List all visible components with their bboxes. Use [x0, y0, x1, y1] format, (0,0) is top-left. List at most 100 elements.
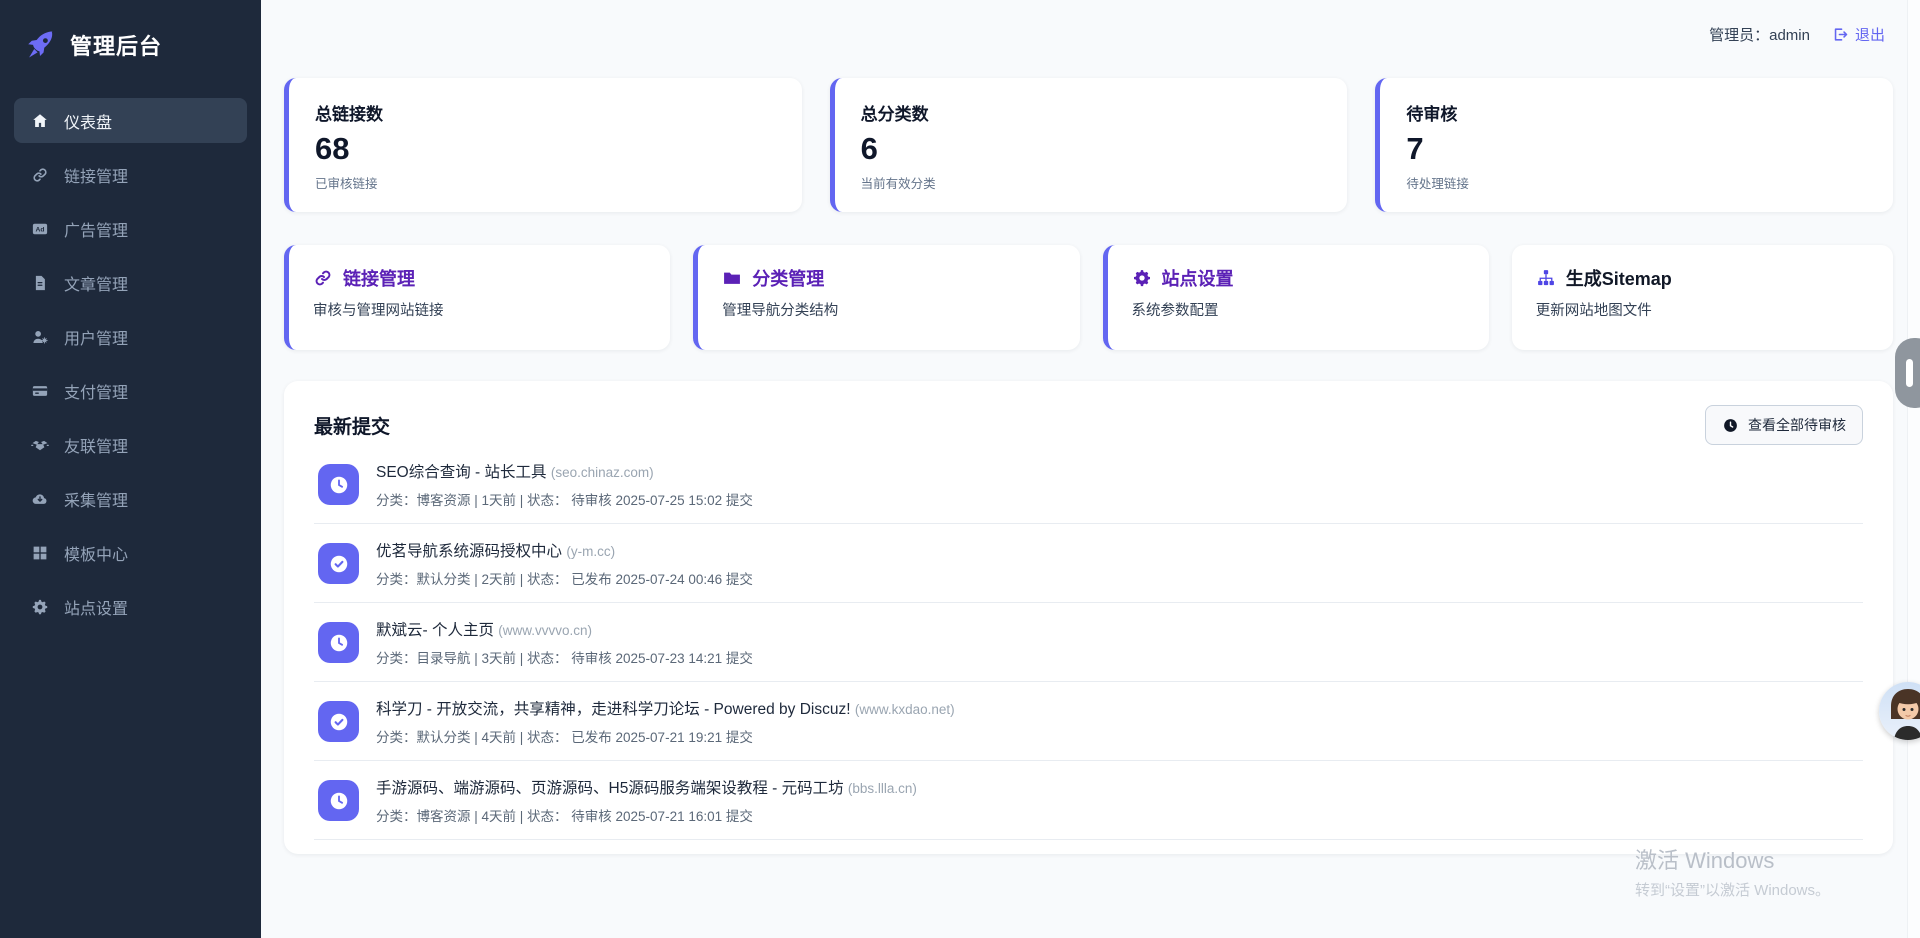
windows-activation-watermark: 激活 Windows 转到“设置”以激活 Windows。 [1635, 843, 1830, 900]
quick-card-site-settings[interactable]: 站点设置 系统参数配置 [1103, 245, 1489, 350]
home-icon [31, 112, 49, 130]
sidebar-item-payments[interactable]: 支付管理 [14, 368, 247, 413]
admin-label: 管理员：admin [1709, 24, 1810, 45]
gear-icon [1132, 268, 1152, 288]
submission-meta: 分类：博客资源 | 1天前 | 状态： 待审核 2025-07-25 15:02… [376, 489, 753, 509]
stat-caption: 待处理链接 [1406, 173, 1867, 192]
sidebar-item-label: 链接管理 [64, 163, 128, 187]
list-item[interactable]: 优茗导航系统源码授权中心 (y-m.cc) 分类：默认分类 | 2天前 | 状态… [314, 524, 1863, 603]
stat-caption: 已审核链接 [315, 173, 776, 192]
quick-card-generate-sitemap[interactable]: 生成Sitemap 更新网站地图文件 [1512, 245, 1893, 350]
stat-caption: 当前有效分类 [861, 173, 1322, 192]
stat-title: 待审核 [1406, 100, 1867, 125]
submission-meta: 分类：默认分类 | 4天前 | 状态： 已发布 2025-07-21 19:21… [376, 726, 955, 746]
link-icon [31, 166, 49, 184]
status-badge [318, 622, 359, 663]
ad-icon: Ad [31, 220, 49, 238]
sidebar-item-users[interactable]: 用户管理 [14, 314, 247, 359]
status-badge [318, 543, 359, 584]
cloud-download-icon [31, 490, 49, 508]
quick-card-category-management[interactable]: 分类管理 管理导航分类结构 [693, 245, 1079, 350]
scrollbar-track[interactable] [1907, 0, 1920, 938]
app-logo: 管理后台 [0, 22, 261, 68]
quick-card-subtitle: 系统参数配置 [1132, 299, 1465, 320]
article-icon [31, 274, 49, 292]
stat-card-pending-review: 待审核 7 待处理链接 [1375, 78, 1893, 212]
sidebar-item-friend-links[interactable]: 友联管理 [14, 422, 247, 467]
sidebar-item-links[interactable]: 链接管理 [14, 152, 247, 197]
sidebar-item-site-settings[interactable]: 站点设置 [14, 584, 247, 629]
status-badge [318, 780, 359, 821]
submission-title: 优茗导航系统源码授权中心 [376, 543, 562, 560]
list-item[interactable]: SEO综合查询 - 站长工具 (seo.chinaz.com) 分类：博客资源 … [314, 445, 1863, 524]
watermark-line1: 激活 Windows [1635, 843, 1830, 875]
sidebar: 管理后台 仪表盘 链接管理 Ad 广告管理 [0, 0, 261, 938]
handshake-icon [31, 436, 49, 454]
sidebar-item-ads[interactable]: Ad 广告管理 [14, 206, 247, 251]
admin-app: 管理后台 仪表盘 链接管理 Ad 广告管理 [0, 0, 1920, 938]
user-gear-icon [31, 328, 49, 346]
logout-link[interactable]: 退出 [1832, 24, 1885, 45]
status-badge [318, 701, 359, 742]
submission-meta: 分类：博客资源 | 4天前 | 状态： 待审核 2025-07-21 16:01… [376, 805, 917, 825]
logout-label: 退出 [1855, 24, 1885, 45]
stat-card-total-categories: 总分类数 6 当前有效分类 [830, 78, 1348, 212]
submission-meta: 分类：目录导航 | 3天前 | 状态： 待审核 2025-07-23 14:21… [376, 647, 753, 667]
submission-domain: (bbs.llla.cn) [848, 781, 917, 796]
svg-text:Ad: Ad [36, 226, 45, 233]
sidebar-item-templates[interactable]: 模板中心 [14, 530, 247, 575]
sidebar-item-label: 友联管理 [64, 433, 128, 457]
submission-title: 默斌云- 个人主页 [376, 622, 494, 639]
list-item[interactable]: 手游源码、端游源码、页游源码、H5源码服务端架设教程 - 元码工坊 (bbs.l… [314, 761, 1863, 840]
sidebar-item-label: 广告管理 [64, 217, 128, 241]
link-icon [313, 268, 333, 288]
sidebar-item-label: 文章管理 [64, 271, 128, 295]
submission-domain: (seo.chinaz.com) [551, 465, 654, 480]
stat-card-total-links: 总链接数 68 已审核链接 [284, 78, 802, 212]
check-icon [328, 553, 350, 575]
sidebar-item-dashboard[interactable]: 仪表盘 [14, 98, 247, 143]
list-item[interactable]: 科学刀 - 开放交流，共享精神，走进科学刀论坛 - Powered by Dis… [314, 682, 1863, 761]
folder-icon [722, 268, 742, 288]
view-all-label: 查看全部待审核 [1748, 415, 1846, 435]
submission-title: 科学刀 - 开放交流，共享精神，走进科学刀论坛 - Powered by Dis… [376, 701, 851, 718]
rocket-icon [24, 28, 58, 62]
sidebar-item-collection[interactable]: 采集管理 [14, 476, 247, 521]
stat-title: 总链接数 [315, 100, 776, 125]
side-panel-handle[interactable] [1895, 338, 1920, 408]
sidebar-item-label: 采集管理 [64, 487, 128, 511]
clock-icon [328, 474, 350, 496]
sidebar-item-articles[interactable]: 文章管理 [14, 260, 247, 305]
view-all-pending-button[interactable]: 查看全部待审核 [1705, 405, 1863, 445]
logout-icon [1832, 26, 1849, 43]
quick-card-subtitle: 管理导航分类结构 [722, 299, 1055, 320]
check-icon [328, 711, 350, 733]
latest-submissions-panel: 最新提交 查看全部待审核 SEO综合查询 - 站长工具 (seo.chinaz.… [284, 381, 1893, 854]
sitemap-icon [1536, 268, 1556, 288]
app-title: 管理后台 [70, 29, 162, 61]
handle-grip [1906, 359, 1913, 387]
stat-value: 68 [315, 131, 776, 167]
quick-card-title: 链接管理 [343, 265, 415, 291]
submission-title: SEO综合查询 - 站长工具 [376, 464, 547, 481]
list-item[interactable]: 默斌云- 个人主页 (www.vvvvo.cn) 分类：目录导航 | 3天前 |… [314, 603, 1863, 682]
quick-card-subtitle: 审核与管理网站链接 [313, 299, 646, 320]
submission-title: 手游源码、端游源码、页游源码、H5源码服务端架设教程 - 元码工坊 [376, 780, 844, 797]
stat-value: 7 [1406, 131, 1867, 167]
sidebar-item-label: 用户管理 [64, 325, 128, 349]
quick-card-title: 分类管理 [752, 265, 824, 291]
main-content: 管理员：admin 退出 总链接数 68 已审核链接 总分类数 6 当前有效分类… [261, 0, 1920, 938]
quick-card-link-management[interactable]: 链接管理 审核与管理网站链接 [284, 245, 670, 350]
submission-domain: (www.kxdao.net) [855, 702, 955, 717]
grid-icon [31, 544, 49, 562]
credit-card-icon [31, 382, 49, 400]
stat-value: 6 [861, 131, 1322, 167]
clock-icon [328, 632, 350, 654]
quick-actions-row: 链接管理 审核与管理网站链接 分类管理 管理导航分类结构 [284, 245, 1893, 350]
stat-title: 总分类数 [861, 100, 1322, 125]
stats-row: 总链接数 68 已审核链接 总分类数 6 当前有效分类 待审核 7 待处理链接 [284, 78, 1893, 212]
sidebar-item-label: 仪表盘 [64, 109, 112, 133]
submission-meta: 分类：默认分类 | 2天前 | 状态： 已发布 2025-07-24 00:46… [376, 568, 753, 588]
sidebar-item-label: 支付管理 [64, 379, 128, 403]
watermark-line2: 转到“设置”以激活 Windows。 [1635, 879, 1830, 900]
